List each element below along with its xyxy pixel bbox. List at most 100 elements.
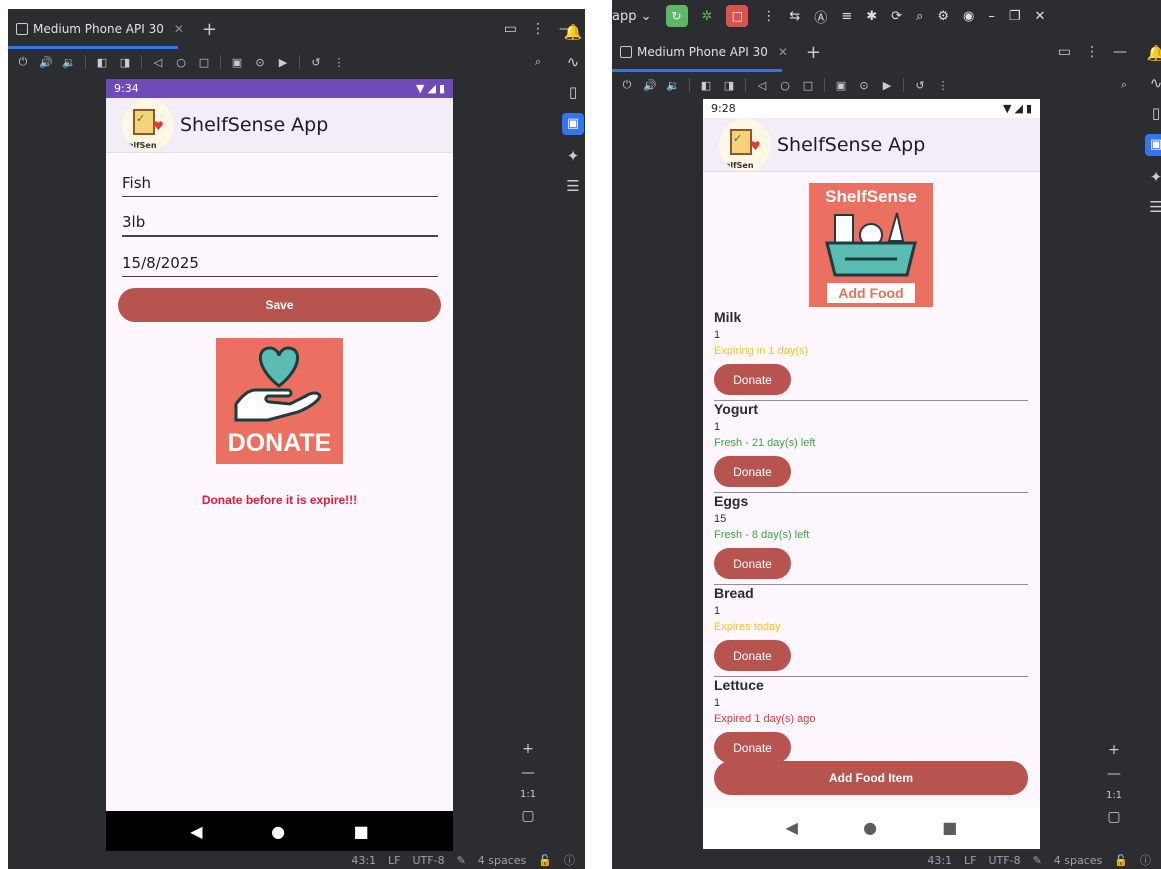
lock-icon[interactable]: 🔓 [1114, 854, 1128, 867]
structure-icon[interactable]: ☰ [1149, 198, 1161, 216]
donate-button[interactable]: Donate [714, 548, 791, 579]
structure-icon[interactable]: ☰ [566, 177, 579, 195]
record-icon[interactable]: ▶ [276, 56, 290, 69]
gradle-icon[interactable]: ∿ [567, 53, 580, 71]
gemini-icon[interactable]: ✦ [567, 147, 580, 165]
add-food-image-button[interactable]: ShelfSense Add Food [809, 183, 933, 307]
nav-home-icon[interactable]: ● [271, 822, 285, 841]
sync-icon[interactable]: ⟳ [891, 9, 902, 24]
more-icon[interactable]: ⋮ [332, 56, 346, 69]
inspect-icon[interactable]: ⌕ [1117, 78, 1131, 92]
add-tab-icon[interactable]: + [806, 42, 821, 63]
device-manager-icon[interactable]: ▯ [1152, 104, 1160, 122]
zoom-fit-icon[interactable]: ▢ [521, 808, 534, 824]
more-icon[interactable]: ⋮ [531, 21, 545, 37]
encoding[interactable]: UTF-8 [413, 854, 445, 867]
fold-icon[interactable]: ▣ [230, 56, 244, 69]
add-tab-icon[interactable]: + [202, 19, 217, 40]
back-icon[interactable]: ◁ [151, 56, 165, 69]
account-icon[interactable]: ◉ [963, 9, 974, 24]
volume-up-icon[interactable]: 🔊 [643, 79, 657, 92]
power-icon[interactable]: ⏻ [620, 78, 634, 92]
overview-icon[interactable]: □ [801, 79, 815, 92]
close-icon[interactable]: ✕ [174, 22, 184, 36]
indent[interactable]: 4 spaces [1054, 854, 1103, 867]
zoom-actual-button[interactable]: 1:1 [1106, 790, 1122, 801]
camera-icon[interactable]: ⊙ [253, 56, 267, 69]
line-separator[interactable]: LF [388, 854, 400, 867]
zoom-in-icon[interactable]: + [1108, 742, 1120, 758]
line-separator[interactable]: LF [964, 854, 976, 867]
home-icon[interactable]: ○ [174, 56, 188, 69]
more-icon[interactable]: ⋮ [762, 9, 775, 24]
donate-image[interactable]: DONATE [216, 338, 343, 464]
home-icon[interactable]: ○ [778, 79, 792, 92]
minimize-icon[interactable]: — [1113, 44, 1127, 60]
nav-recents-icon[interactable]: ■ [942, 818, 957, 837]
apply-changes-icon[interactable]: ⇆ [789, 9, 800, 24]
gear-icon[interactable]: ⚙ [937, 9, 949, 24]
cursor-position[interactable]: 43:1 [927, 854, 952, 867]
donate-button[interactable]: Donate [714, 456, 791, 487]
stop-icon[interactable]: □ [726, 5, 749, 27]
zoom-out-icon[interactable]: — [521, 765, 535, 781]
info-icon[interactable]: ⓘ [564, 852, 575, 868]
volume-up-icon[interactable]: 🔊 [39, 56, 53, 69]
reset-icon[interactable]: ↺ [309, 56, 323, 69]
edit-icon[interactable]: ✎ [457, 854, 466, 867]
volume-down-icon[interactable]: 🔉 [62, 56, 76, 69]
edit-icon[interactable]: ✎ [1033, 854, 1042, 867]
fold-icon[interactable]: ▣ [834, 79, 848, 92]
rerun-icon[interactable]: ↻ [665, 5, 688, 27]
expiry-date-field[interactable]: 15/8/2025 [122, 243, 438, 277]
notifications-icon[interactable]: 🔔 [564, 23, 583, 41]
gradle-icon[interactable]: ∿ [1150, 74, 1161, 92]
more-icon[interactable]: ⋮ [1085, 44, 1099, 60]
minimize-icon[interactable]: – [988, 9, 995, 24]
maximize-icon[interactable]: ▭ [1058, 44, 1071, 60]
zoom-fit-icon[interactable]: ▢ [1107, 809, 1120, 825]
tab-medium-phone[interactable]: Medium Phone API 30 ✕ [8, 9, 192, 49]
settings-bug-icon[interactable]: ✱ [866, 9, 877, 24]
maximize-icon[interactable]: ▭ [504, 21, 517, 37]
debug-icon[interactable]: ✲ [702, 9, 713, 24]
close-window-icon[interactable]: ✕ [1035, 9, 1046, 24]
overview-icon[interactable]: □ [197, 56, 211, 69]
notifications-icon[interactable]: 🔔 [1147, 44, 1161, 62]
donate-button[interactable]: Donate [714, 640, 791, 671]
indent[interactable]: 4 spaces [478, 854, 527, 867]
rotate-left-icon[interactable]: ◧ [95, 56, 109, 69]
restore-icon[interactable]: ❐ [1009, 9, 1021, 24]
nav-back-icon[interactable]: ◀ [786, 818, 798, 837]
inspect-icon[interactable]: ⌕ [531, 55, 545, 69]
volume-down-icon[interactable]: 🔉 [666, 79, 680, 92]
zoom-in-icon[interactable]: + [522, 741, 534, 757]
food-name-field[interactable]: Fish [122, 163, 438, 197]
search-icon[interactable]: ⌕ [916, 9, 923, 24]
rotate-right-icon[interactable]: ◨ [118, 56, 132, 69]
running-devices-icon[interactable]: ▣ [562, 113, 584, 135]
apply-code-icon[interactable]: Ⓐ [814, 7, 827, 26]
nav-recents-icon[interactable]: ■ [354, 822, 369, 841]
zoom-actual-button[interactable]: 1:1 [520, 789, 536, 800]
rotate-left-icon[interactable]: ◧ [699, 79, 713, 92]
gemini-icon[interactable]: ✦ [1150, 168, 1161, 186]
back-icon[interactable]: ◁ [755, 79, 769, 92]
more-icon[interactable]: ⋮ [936, 79, 950, 92]
cursor-position[interactable]: 43:1 [351, 854, 376, 867]
power-icon[interactable]: ⏻ [16, 55, 30, 69]
donate-button[interactable]: Donate [714, 732, 791, 763]
donate-button[interactable]: Donate [714, 364, 791, 395]
close-icon[interactable]: ✕ [778, 45, 788, 59]
nav-back-icon[interactable]: ◀ [190, 822, 202, 841]
quantity-field[interactable]: 3lb [122, 203, 438, 237]
save-button[interactable]: Save [118, 288, 441, 322]
zoom-out-icon[interactable]: — [1107, 766, 1121, 782]
record-icon[interactable]: ▶ [880, 79, 894, 92]
rotate-right-icon[interactable]: ◨ [722, 79, 736, 92]
camera-icon[interactable]: ⊙ [857, 79, 871, 92]
run-config-select[interactable]: app ⌄ [612, 9, 652, 24]
running-devices-icon[interactable]: ▣ [1145, 134, 1161, 156]
tab-medium-phone[interactable]: Medium Phone API 30 ✕ [612, 32, 796, 72]
reset-icon[interactable]: ↺ [913, 79, 927, 92]
